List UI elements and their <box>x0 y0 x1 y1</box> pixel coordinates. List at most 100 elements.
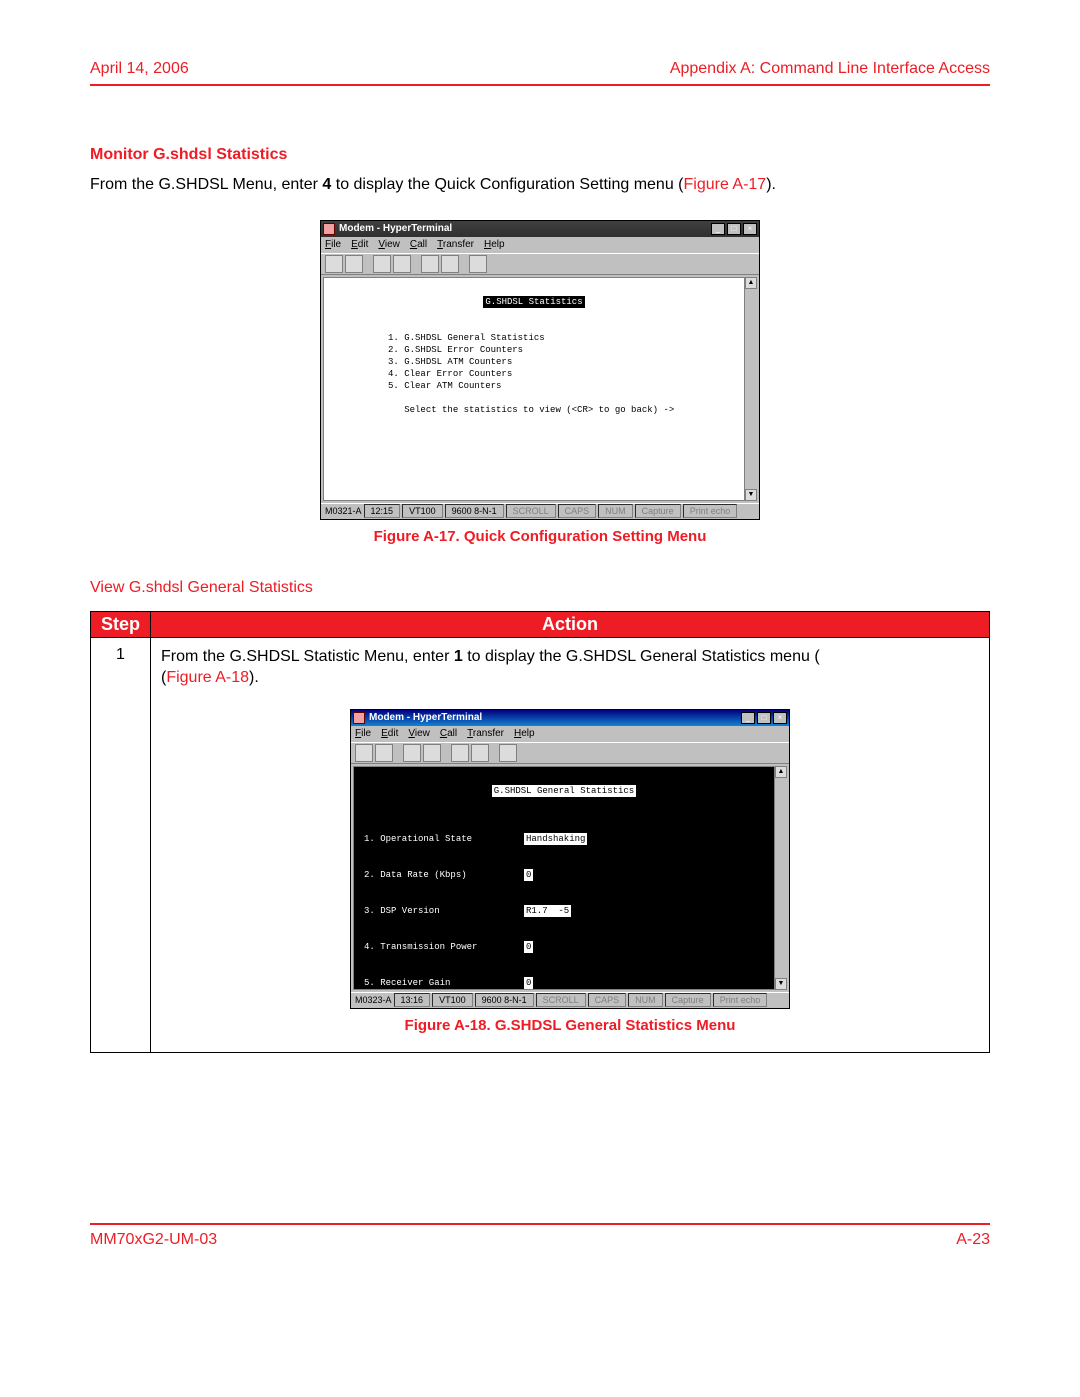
status-caps: CAPS <box>588 993 627 1007</box>
menu-item-1: 1. G.SHDSL General Statistics <box>388 333 545 343</box>
footer-rule <box>90 1223 990 1225</box>
toolbar <box>351 742 789 764</box>
figure-a17: Modem - HyperTerminal _ □ × File Edit Vi… <box>90 220 990 545</box>
send-icon[interactable] <box>451 744 469 762</box>
menu-item-4: 4. Clear Error Counters <box>388 369 512 379</box>
status-caps: CAPS <box>558 504 597 518</box>
figure-a17-ref[interactable]: Figure A-17 <box>683 176 766 193</box>
disconnect-icon[interactable] <box>423 744 441 762</box>
scrollbar[interactable]: ▲ ▼ <box>775 766 787 990</box>
intro-paragraph: From the G.SHDSL Menu, enter 4 to displa… <box>90 174 990 196</box>
footer-pagenum: A-23 <box>956 1231 990 1249</box>
menu-call[interactable]: Call <box>410 239 427 250</box>
minimize-button[interactable]: _ <box>741 712 755 724</box>
status-port: 9600 8-N-1 <box>445 504 504 518</box>
connect-icon[interactable] <box>373 255 391 273</box>
window-title: Modem - HyperTerminal <box>339 223 452 234</box>
menu-file[interactable]: File <box>325 239 341 250</box>
connect-icon[interactable] <box>403 744 421 762</box>
status-scroll: SCROLL <box>506 504 556 518</box>
properties-icon[interactable] <box>469 255 487 273</box>
menu-file[interactable]: File <box>355 728 371 739</box>
toolbar <box>321 253 759 275</box>
status-print: Print echo <box>713 993 768 1007</box>
menu-transfer[interactable]: Transfer <box>467 728 504 739</box>
status-id: M0321-A <box>325 506 362 516</box>
page-header: April 14, 2006 Appendix A: Command Line … <box>90 60 990 78</box>
menubar: File Edit View Call Transfer Help <box>351 726 789 742</box>
status-capture: Capture <box>665 993 711 1007</box>
col-step: Step <box>91 611 151 637</box>
menu-item-5: 5. Clear ATM Counters <box>388 381 501 391</box>
maximize-button[interactable]: □ <box>757 712 771 724</box>
app-icon <box>353 712 365 724</box>
step-number: 1 <box>91 637 151 1052</box>
status-id: M0323-A <box>355 995 392 1005</box>
close-button[interactable]: × <box>743 223 757 235</box>
terminal-area[interactable]: G.SHDSL Statistics 1. G.SHDSL General St… <box>323 277 745 501</box>
hyperterminal-a-window: Modem - HyperTerminal _ □ × File Edit Vi… <box>320 220 760 520</box>
scroll-up-icon[interactable]: ▲ <box>775 766 787 778</box>
terminal-title: G.SHDSL Statistics <box>483 296 584 308</box>
properties-icon[interactable] <box>499 744 517 762</box>
header-rule <box>90 84 990 86</box>
status-term: VT100 <box>402 504 443 518</box>
minimize-button[interactable]: _ <box>711 223 725 235</box>
menu-edit[interactable]: Edit <box>381 728 398 739</box>
figure-a18-caption: Figure A-18. G.SHDSL General Statistics … <box>405 1017 736 1034</box>
titlebar: Modem - HyperTerminal _ □ × <box>351 710 789 726</box>
figure-a18-ref[interactable]: Figure A-18 <box>166 669 249 686</box>
status-time: 13:16 <box>394 993 431 1007</box>
hyperterminal-b-window: Modem - HyperTerminal _ □ × File Edit Vi… <box>350 709 790 1009</box>
new-icon[interactable] <box>355 744 373 762</box>
status-term: VT100 <box>432 993 473 1007</box>
figure-a17-caption: Figure A-17. Quick Configuration Setting… <box>374 528 707 545</box>
scrollbar[interactable]: ▲ ▼ <box>745 277 757 501</box>
menu-transfer[interactable]: Transfer <box>437 239 474 250</box>
footer-docid: MM70xG2-UM-03 <box>90 1231 217 1249</box>
menu-item-3: 3. G.SHDSL ATM Counters <box>388 357 512 367</box>
steps-table: Step Action 1 From the G.SHDSL Statistic… <box>90 611 990 1053</box>
terminal-area[interactable]: G.SHDSL General Statistics 1. Operationa… <box>353 766 775 990</box>
header-date: April 14, 2006 <box>90 60 189 78</box>
receive-icon[interactable] <box>471 744 489 762</box>
status-scroll: SCROLL <box>536 993 586 1007</box>
new-icon[interactable] <box>325 255 343 273</box>
status-num: NUM <box>598 504 633 518</box>
menu-call[interactable]: Call <box>440 728 457 739</box>
menu-view[interactable]: View <box>378 239 400 250</box>
menu-view[interactable]: View <box>408 728 430 739</box>
subsection-heading: View G.shdsl General Statistics <box>90 579 990 597</box>
status-capture: Capture <box>635 504 681 518</box>
scroll-down-icon[interactable]: ▼ <box>745 489 757 501</box>
menu-edit[interactable]: Edit <box>351 239 368 250</box>
table-row: 1 From the G.SHDSL Statistic Menu, enter… <box>91 637 990 1052</box>
window-title: Modem - HyperTerminal <box>369 712 482 723</box>
menubar: File Edit View Call Transfer Help <box>321 237 759 253</box>
disconnect-icon[interactable] <box>393 255 411 273</box>
statusbar: M0321-A 12:15 VT100 9600 8-N-1 SCROLL CA… <box>321 503 759 519</box>
receive-icon[interactable] <box>441 255 459 273</box>
status-num: NUM <box>628 993 663 1007</box>
send-icon[interactable] <box>421 255 439 273</box>
menu-help[interactable]: Help <box>514 728 535 739</box>
open-icon[interactable] <box>375 744 393 762</box>
statusbar: M0323-A 13:16 VT100 9600 8-N-1 SCROLL CA… <box>351 992 789 1008</box>
status-print: Print echo <box>683 504 738 518</box>
status-time: 12:15 <box>364 504 401 518</box>
open-icon[interactable] <box>345 255 363 273</box>
titlebar: Modem - HyperTerminal _ □ × <box>321 221 759 237</box>
col-action: Action <box>151 611 990 637</box>
scroll-down-icon[interactable]: ▼ <box>775 978 787 990</box>
terminal-title: G.SHDSL General Statistics <box>492 785 636 797</box>
header-appendix: Appendix A: Command Line Interface Acces… <box>670 60 990 78</box>
scroll-up-icon[interactable]: ▲ <box>745 277 757 289</box>
menu-help[interactable]: Help <box>484 239 505 250</box>
close-button[interactable]: × <box>773 712 787 724</box>
section-heading: Monitor G.shdsl Statistics <box>90 146 990 164</box>
app-icon <box>323 223 335 235</box>
terminal-prompt: Select the statistics to view (<CR> to g… <box>404 405 674 415</box>
table-header-row: Step Action <box>91 611 990 637</box>
maximize-button[interactable]: □ <box>727 223 741 235</box>
step-action: From the G.SHDSL Statistic Menu, enter 1… <box>151 637 990 1052</box>
